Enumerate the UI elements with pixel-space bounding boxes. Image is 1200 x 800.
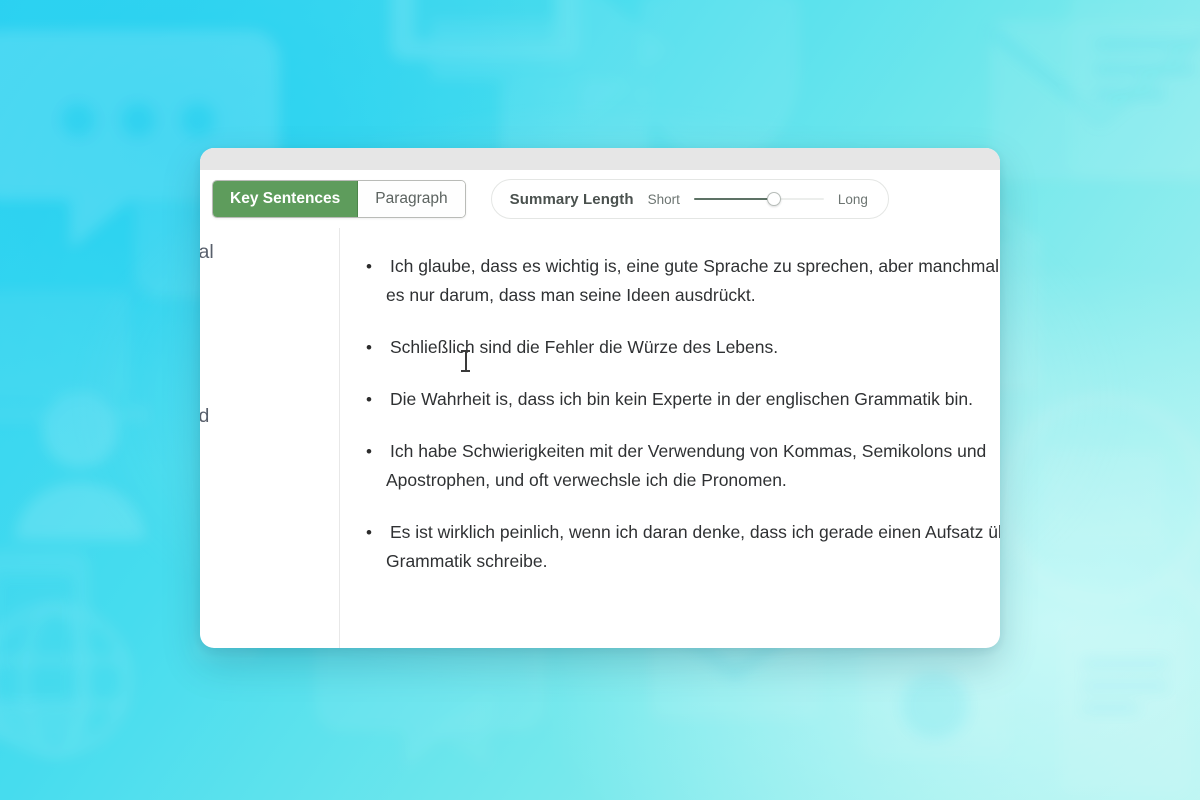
tab-key-sentences[interactable]: Key Sentences (213, 181, 359, 217)
source-line: ist (200, 458, 339, 486)
list-item: • Ich glaube, dass es wichtig is, eine g… (362, 252, 1000, 310)
summary-sentence: Schließlich sind die Fehler die Würze de… (390, 337, 779, 357)
source-text-clipped: anchmal wir alle weilig, tik bin. ons un… (200, 238, 339, 514)
source-line: anchmal (200, 241, 214, 263)
list-item: • Schließlich sind die Fehler die Würze … (362, 333, 1000, 362)
list-item: • Ich habe Schwierigkeiten mit der Verwe… (362, 437, 1000, 495)
slider-thumb[interactable] (767, 192, 782, 206)
summary-sentence: Ich glaube, dass es wichtig is, eine gut… (386, 256, 1000, 305)
bullet-glyph: • (366, 442, 372, 461)
bullet-glyph: • (366, 523, 372, 542)
source-line: wir alle (200, 266, 339, 294)
card-title-bar (200, 148, 1000, 170)
summary-output-panel[interactable]: • Ich glaube, dass es wichtig is, eine g… (340, 228, 1000, 648)
source-line: tz über (200, 486, 339, 514)
list-item: • Die Wahrheit is, dass ich bin kein Exp… (362, 385, 1000, 414)
source-line: tik bin. (200, 374, 339, 402)
tab-key-sentences-label: Key Sentences (230, 190, 341, 207)
card-content: anchmal wir alle weilig, tik bin. ons un… (200, 228, 1000, 648)
source-text-panel[interactable]: anchmal wir alle weilig, tik bin. ons un… (200, 228, 340, 648)
bullet-glyph: • (366, 338, 372, 357)
view-mode-tabs: Key Sentences Paragraph (212, 180, 466, 218)
source-line: ons und (200, 402, 339, 430)
tab-paragraph[interactable]: Paragraph (358, 181, 465, 217)
tab-paragraph-label: Paragraph (375, 190, 448, 207)
bullet-glyph: • (366, 390, 372, 409)
summarizer-card: Key Sentences Paragraph Summary Length S… (200, 148, 1000, 648)
card-toolbar: Key Sentences Paragraph Summary Length S… (200, 170, 1000, 228)
bullet-glyph: • (366, 257, 372, 276)
summary-length-control: Summary Length Short Long (490, 179, 889, 219)
summary-length-slider[interactable] (693, 192, 824, 206)
summary-sentence: Ich habe Schwierigkeiten mit der Verwend… (386, 441, 987, 490)
summary-sentence: Es ist wirklich peinlich, wenn ich daran… (386, 522, 1000, 571)
slider-max-label: Long (837, 191, 868, 207)
source-line-gap (200, 322, 339, 374)
slider-fill (693, 197, 775, 201)
summary-length-label: Summary Length (509, 190, 634, 208)
slider-min-label: Short (647, 191, 680, 207)
list-item: • Es ist wirklich peinlich, wenn ich dar… (362, 518, 1000, 576)
source-line: weilig, (200, 294, 339, 322)
source-line: en, wo (200, 430, 339, 458)
summary-sentence: Die Wahrheit is, dass ich bin kein Exper… (390, 389, 973, 409)
